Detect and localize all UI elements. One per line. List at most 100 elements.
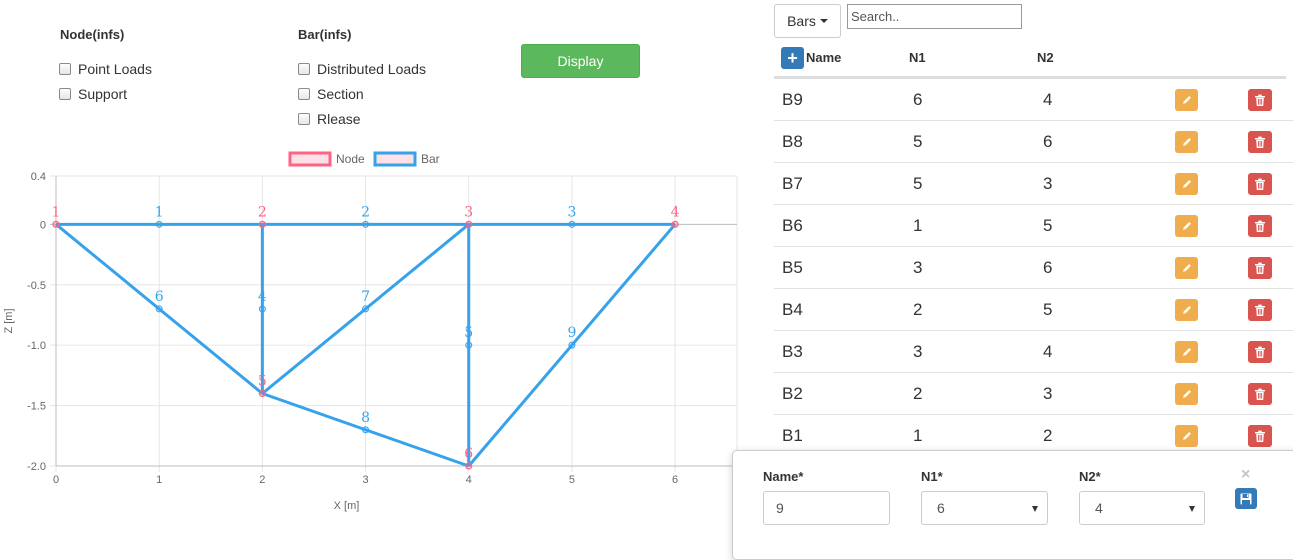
y-tick-label: -2.0 bbox=[27, 461, 46, 473]
point-loads-option[interactable]: Point Loads bbox=[59, 61, 152, 77]
rlease-option[interactable]: Rlease bbox=[298, 111, 361, 127]
trash-icon[interactable] bbox=[1248, 89, 1272, 111]
bar-midpoint-marker bbox=[362, 426, 370, 434]
x-tick-label: 6 bbox=[672, 474, 678, 486]
y-axis-title: Z [m] bbox=[3, 308, 15, 333]
rlease-label: Rlease bbox=[317, 111, 361, 127]
bar-n1-cell: 2 bbox=[913, 384, 923, 403]
section-option[interactable]: Section bbox=[298, 86, 364, 102]
bar-label: 4 bbox=[258, 289, 267, 305]
bar-n2-cell: 4 bbox=[1043, 342, 1053, 361]
section-label: Section bbox=[317, 86, 364, 102]
legend-node-label: Node bbox=[336, 152, 365, 166]
pencil-icon[interactable] bbox=[1175, 215, 1198, 237]
pencil-icon[interactable] bbox=[1175, 341, 1198, 363]
bar-label: 8 bbox=[361, 410, 370, 426]
close-icon[interactable]: × bbox=[1241, 466, 1250, 484]
trash-icon[interactable] bbox=[1248, 257, 1272, 279]
section-checkbox[interactable] bbox=[298, 88, 310, 100]
bar-label: 7 bbox=[361, 289, 370, 305]
table-row: B7 5 3 bbox=[774, 163, 1293, 205]
trash-icon[interactable] bbox=[1248, 215, 1272, 237]
x-tick-label: 5 bbox=[569, 474, 575, 486]
pencil-icon[interactable] bbox=[1175, 257, 1198, 279]
legend-bar-label: Bar bbox=[421, 152, 440, 166]
bars-dropdown[interactable]: Bars bbox=[774, 4, 841, 38]
bar-n1-cell: 6 bbox=[913, 90, 923, 109]
trash-icon[interactable] bbox=[1248, 173, 1272, 195]
bars-dropdown-label: Bars bbox=[787, 13, 816, 29]
floppy-disk-icon[interactable] bbox=[1235, 488, 1257, 509]
trash-icon[interactable] bbox=[1248, 131, 1272, 153]
support-option[interactable]: Support bbox=[59, 86, 127, 102]
point-loads-checkbox[interactable] bbox=[59, 63, 71, 75]
pencil-icon[interactable] bbox=[1175, 89, 1198, 111]
n1-select[interactable]: 6 bbox=[921, 491, 1048, 525]
bar-name-cell: B8 bbox=[782, 132, 803, 151]
trash-icon[interactable] bbox=[1248, 341, 1272, 363]
bar-label: 5 bbox=[464, 325, 473, 341]
bar-infs-title: Bar(infs) bbox=[298, 27, 352, 42]
trash-icon[interactable] bbox=[1248, 383, 1272, 405]
legend-bar-swatch bbox=[373, 151, 417, 167]
distributed-loads-option[interactable]: Distributed Loads bbox=[298, 61, 426, 77]
plus-icon[interactable]: + bbox=[781, 47, 804, 69]
y-tick-label: -0.5 bbox=[27, 280, 46, 292]
node-marker bbox=[465, 220, 473, 228]
point-loads-label: Point Loads bbox=[78, 61, 152, 77]
bar-n2-cell: 5 bbox=[1043, 300, 1053, 319]
bar-n1-cell: 5 bbox=[913, 174, 923, 193]
bar-n1-cell: 3 bbox=[913, 258, 923, 277]
node-marker bbox=[258, 220, 266, 228]
search-input[interactable] bbox=[847, 4, 1022, 29]
display-button[interactable]: Display bbox=[521, 44, 640, 78]
y-tick-label: -1.0 bbox=[27, 340, 46, 352]
node-label: 5 bbox=[258, 374, 267, 390]
node-label: 4 bbox=[671, 204, 680, 220]
table-row: B5 3 6 bbox=[774, 247, 1293, 289]
bar-n2-cell: 4 bbox=[1043, 90, 1053, 109]
bar-name-cell: B5 bbox=[782, 258, 803, 277]
name-field[interactable] bbox=[763, 491, 890, 525]
x-axis-title: X [m] bbox=[334, 500, 360, 512]
node-label: 3 bbox=[464, 204, 473, 220]
column-header-n1: N1 bbox=[909, 50, 926, 65]
bar-name-cell: B3 bbox=[782, 342, 803, 361]
pencil-icon[interactable] bbox=[1175, 173, 1198, 195]
bar-n1-cell: 1 bbox=[913, 216, 923, 235]
support-checkbox[interactable] bbox=[59, 88, 71, 100]
table-row: B8 5 6 bbox=[774, 121, 1293, 163]
bar-n2-cell: 3 bbox=[1043, 174, 1053, 193]
bar-midpoint-marker bbox=[362, 305, 370, 313]
trash-icon[interactable] bbox=[1248, 299, 1272, 321]
rlease-checkbox[interactable] bbox=[298, 113, 310, 125]
select-arrow-icon bbox=[1032, 506, 1038, 512]
x-tick-label: 4 bbox=[466, 474, 472, 486]
pencil-icon[interactable] bbox=[1175, 383, 1198, 405]
pencil-icon[interactable] bbox=[1175, 425, 1198, 447]
bar-n2-cell: 6 bbox=[1043, 258, 1053, 277]
column-header-n2: N2 bbox=[1037, 50, 1054, 65]
bar-edit-form: Name* N1* 6 N2* 4 × bbox=[732, 450, 1293, 560]
x-tick-label: 1 bbox=[156, 474, 162, 486]
distributed-loads-checkbox[interactable] bbox=[298, 63, 310, 75]
bar-name-cell: B9 bbox=[782, 90, 803, 109]
table-row: B4 2 5 bbox=[774, 289, 1293, 331]
bar-n2-cell: 2 bbox=[1043, 426, 1053, 445]
table-row: B3 3 4 bbox=[774, 331, 1293, 373]
node-marker bbox=[258, 389, 266, 398]
n2-select[interactable]: 4 bbox=[1079, 491, 1205, 525]
pencil-icon[interactable] bbox=[1175, 131, 1198, 153]
select-arrow-icon bbox=[1189, 506, 1195, 512]
pencil-icon[interactable] bbox=[1175, 299, 1198, 321]
y-tick-label: 0 bbox=[40, 219, 46, 231]
trash-icon[interactable] bbox=[1248, 425, 1272, 447]
bar-name-cell: B6 bbox=[782, 216, 803, 235]
bar-name-cell: B7 bbox=[782, 174, 803, 193]
x-tick-label: 3 bbox=[362, 474, 368, 486]
x-tick-label: 2 bbox=[259, 474, 265, 486]
y-tick-label: 0.4 bbox=[31, 171, 46, 183]
bar-name-cell: B4 bbox=[782, 300, 803, 319]
bar-midpoint-marker bbox=[155, 220, 163, 228]
n1-field-label: N1* bbox=[921, 469, 943, 484]
